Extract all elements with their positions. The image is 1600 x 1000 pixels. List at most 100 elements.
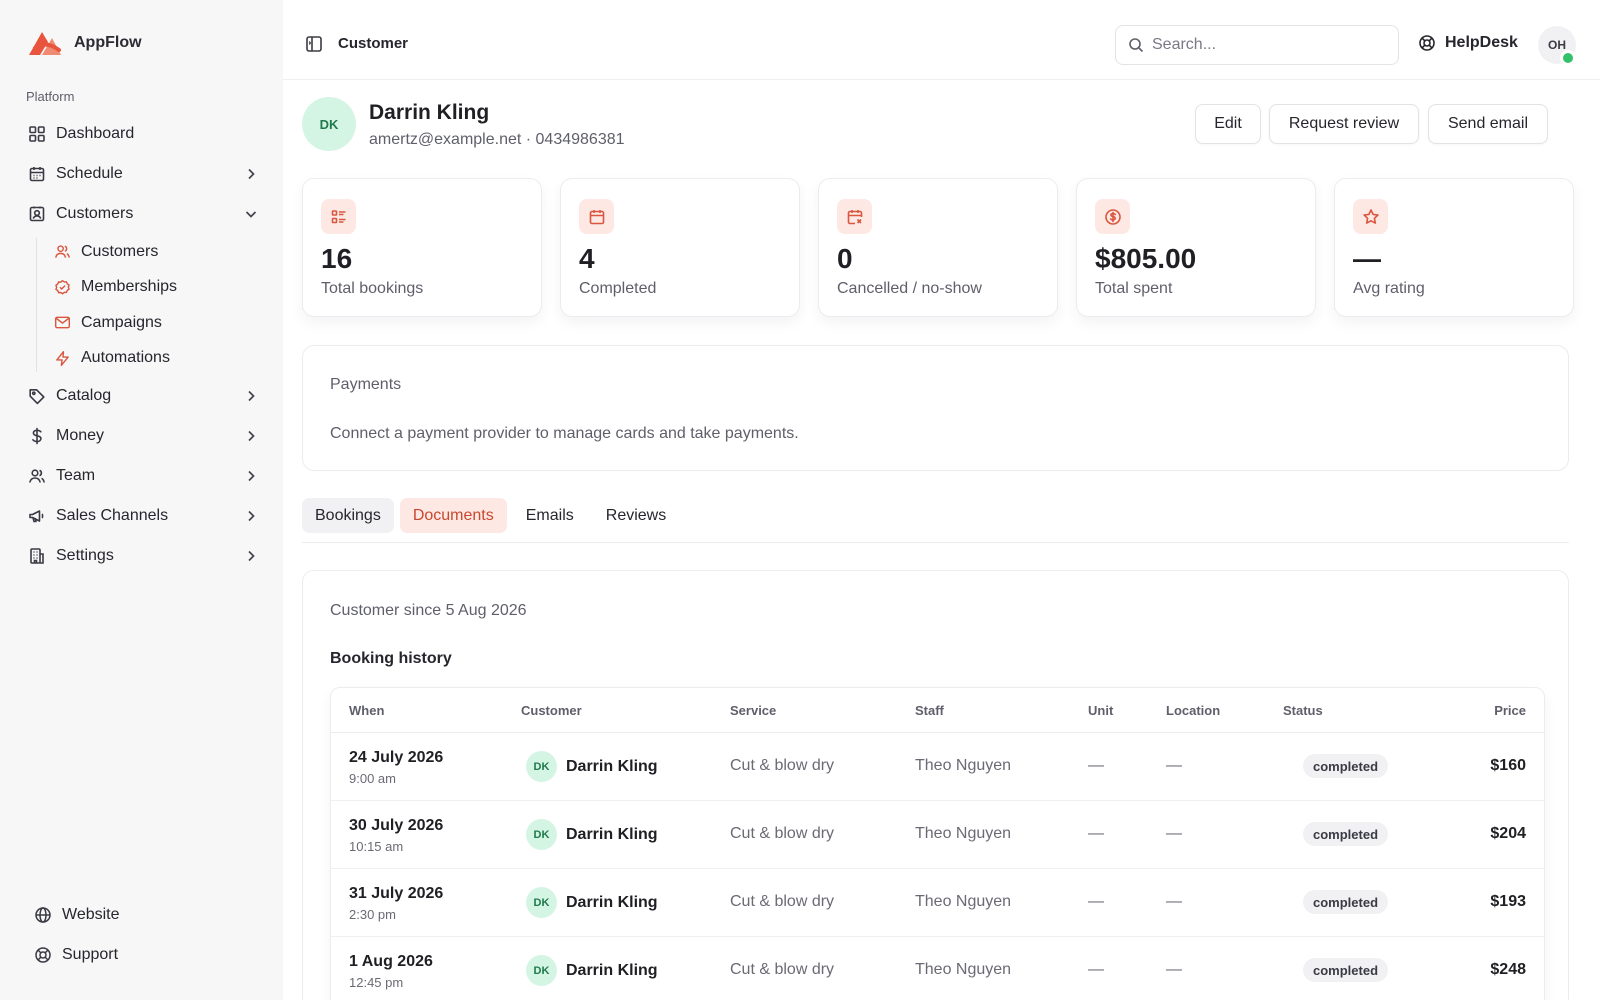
mail-icon (54, 314, 71, 331)
helpdesk-label: HelpDesk (1445, 34, 1518, 51)
stat-card-total-spent: $805.00 Total spent (1076, 178, 1316, 317)
avatar: DK (526, 887, 557, 918)
calendar-icon (579, 199, 614, 234)
payments-card: Payments Connect a payment provider to m… (302, 345, 1569, 471)
sidebar-item-support[interactable]: Support (28, 935, 258, 975)
sidebar-item-catalog[interactable]: Catalog (20, 376, 267, 416)
zap-icon (54, 350, 71, 367)
table-row[interactable]: 24 July 2026 9:00 am DK Darrin Kling Cut… (331, 733, 1544, 801)
booking-price: $193 (1490, 893, 1526, 910)
list-icon (321, 199, 356, 234)
sidebar-subitem-memberships[interactable]: Memberships (54, 270, 267, 306)
lifebuoy-icon (34, 946, 52, 964)
column-header-staff[interactable]: Staff (915, 703, 944, 718)
booking-staff: Theo Nguyen (915, 893, 1012, 910)
stat-label: Completed (579, 280, 657, 297)
sidebar-item-website[interactable]: Website (28, 895, 258, 935)
send-email-button[interactable]: Send email (1428, 104, 1548, 144)
column-header-service[interactable]: Service (730, 703, 776, 718)
customer-avatar: DK (302, 97, 356, 151)
column-header-price[interactable]: Price (1494, 703, 1526, 718)
sidebar-bottom-nav: Website Support (28, 895, 258, 975)
sidebar-subitem-customers[interactable]: Customers (54, 234, 267, 270)
chevron-right-icon (243, 468, 259, 484)
booking-date: 31 July 2026 (349, 885, 444, 902)
stat-card-cancelled: 0 Cancelled / no-show (818, 178, 1058, 317)
chevron-right-icon (243, 548, 259, 564)
sidebar-item-schedule[interactable]: Schedule (20, 154, 267, 194)
column-header-customer[interactable]: Customer (521, 703, 582, 718)
booking-location: — (1166, 757, 1182, 774)
tag-icon (28, 387, 46, 405)
request-review-button[interactable]: Request review (1269, 104, 1419, 144)
booking-service: Cut & blow dry (730, 825, 835, 842)
bookings-panel: Customer since 5 Aug 2026 Booking histor… (302, 570, 1569, 1000)
tab-reviews[interactable]: Reviews (593, 498, 679, 533)
chevron-right-icon (243, 428, 259, 444)
section-label-platform: Platform (26, 89, 75, 104)
booking-date: 1 Aug 2026 (349, 953, 433, 970)
table-row[interactable]: 30 July 2026 10:15 am DK Darrin Kling Cu… (331, 801, 1544, 869)
megaphone-icon (28, 507, 46, 525)
search-box[interactable] (1115, 25, 1399, 65)
booking-staff: Theo Nguyen (915, 825, 1012, 842)
sidebar-item-customers[interactable]: Customers (20, 194, 267, 234)
booking-customer: DK Darrin Kling (526, 887, 658, 918)
calendar-icon (28, 165, 46, 183)
booking-history-table: When Customer Service Staff Unit Locatio… (330, 687, 1545, 1000)
stats-row: 16 Total bookings 4 Completed 0 Cancelle… (302, 178, 1574, 317)
sidebar-item-label: Customers (56, 205, 134, 222)
sidebar-subitem-label: Customers (81, 242, 159, 260)
sidebar-subitem-label: Memberships (81, 278, 178, 296)
sidebar: AppFlow Platform Dashboard Schedule Cust… (0, 0, 283, 1000)
tab-bar: Bookings Documents Emails Reviews (302, 498, 679, 533)
search-input[interactable] (1152, 36, 1382, 54)
sidebar-item-settings[interactable]: Settings (20, 536, 267, 576)
column-header-location[interactable]: Location (1166, 703, 1220, 718)
status-badge: completed (1303, 958, 1389, 982)
brand[interactable]: AppFlow (26, 28, 142, 58)
sidebar-subitem-campaigns[interactable]: Campaigns (54, 305, 267, 341)
table-row[interactable]: 1 Aug 2026 12:45 pm DK Darrin Kling Cut … (331, 937, 1544, 1000)
sidebar-subitem-automations[interactable]: Automations (54, 341, 267, 377)
customer-name: Darrin Kling (566, 961, 658, 979)
stat-value: — (1353, 243, 1381, 274)
table-row[interactable]: 31 July 2026 2:30 pm DK Darrin Kling Cut… (331, 869, 1544, 937)
helpdesk-button[interactable]: HelpDesk (1418, 34, 1518, 52)
sidebar-item-money[interactable]: Money (20, 416, 267, 456)
sidebar-item-team[interactable]: Team (20, 456, 267, 496)
tab-documents[interactable]: Documents (399, 498, 507, 533)
stat-label: Avg rating (1353, 280, 1425, 297)
sidebar-toggle-icon[interactable] (305, 35, 323, 53)
lifebuoy-icon (1418, 34, 1436, 52)
sidebar-subitem-label: Automations (81, 349, 170, 367)
column-header-when[interactable]: When (349, 703, 384, 718)
sidebar-item-label: Money (56, 427, 105, 444)
sidebar-nav: Dashboard Schedule Customers Customers M… (20, 114, 267, 576)
stat-value: 16 (321, 243, 353, 274)
dollar-circle-icon (1095, 199, 1130, 234)
booking-time: 10:15 am (349, 839, 404, 854)
column-header-status[interactable]: Status (1283, 703, 1323, 718)
customer-contact: amertz@example.net · 0434986381 (369, 131, 625, 148)
column-header-unit[interactable]: Unit (1088, 703, 1113, 718)
tab-emails[interactable]: Emails (513, 498, 587, 533)
booking-service: Cut & blow dry (730, 961, 835, 978)
breadcrumb: Customer (338, 35, 409, 52)
sidebar-item-dashboard[interactable]: Dashboard (20, 114, 267, 154)
sidebar-item-sales-channels[interactable]: Sales Channels (20, 496, 267, 536)
tab-bookings[interactable]: Bookings (302, 498, 394, 533)
booking-location: — (1166, 825, 1182, 842)
booking-unit: — (1088, 757, 1104, 774)
edit-button[interactable]: Edit (1195, 104, 1261, 144)
users-icon (28, 467, 46, 485)
contact-card-icon (28, 205, 46, 223)
booking-time: 9:00 am (349, 771, 396, 786)
stat-card-total-bookings: 16 Total bookings (302, 178, 542, 317)
sidebar-item-label: Dashboard (56, 125, 135, 142)
stat-label: Cancelled / no-show (837, 280, 982, 297)
online-status-indicator (1560, 50, 1576, 66)
booking-price: $204 (1490, 825, 1526, 842)
booking-customer: DK Darrin Kling (526, 955, 658, 986)
customer-name: Darrin Kling (566, 825, 658, 843)
